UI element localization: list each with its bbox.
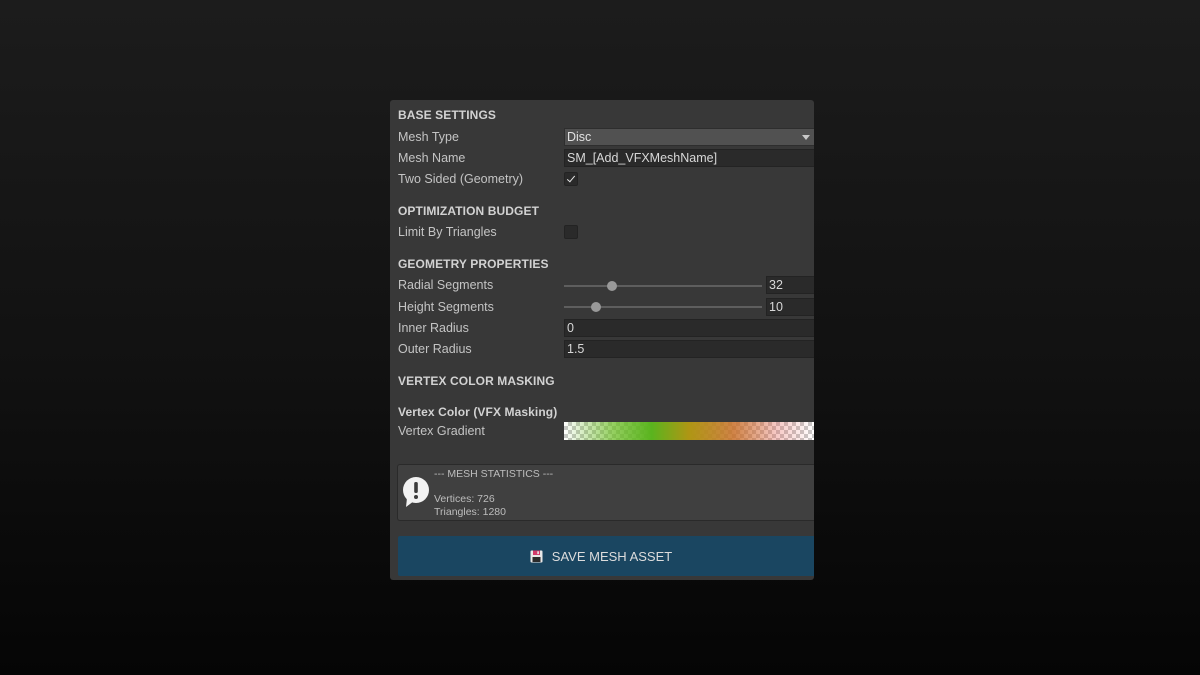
mesh-type-dropdown[interactable]: Disc bbox=[564, 128, 814, 146]
section-header-optimization-budget: OPTIMIZATION BUDGET bbox=[398, 204, 540, 218]
inner-radius-label: Inner Radius bbox=[398, 321, 469, 335]
mesh-type-label: Mesh Type bbox=[398, 130, 459, 144]
mesh-type-value: Disc bbox=[567, 130, 592, 144]
gradient-color-overlay bbox=[564, 422, 814, 440]
checkmark-icon bbox=[566, 173, 576, 183]
mesh-statistics-vertices: Vertices: 726 bbox=[434, 493, 495, 505]
section-header-geometry-properties: GEOMETRY PROPERTIES bbox=[398, 257, 549, 271]
radial-segments-input[interactable]: 32 bbox=[766, 276, 814, 294]
radial-segments-slider-thumb[interactable] bbox=[606, 281, 617, 291]
vertex-gradient-label: Vertex Gradient bbox=[398, 424, 485, 438]
outer-radius-label: Outer Radius bbox=[398, 342, 472, 356]
two-sided-label: Two Sided (Geometry) bbox=[398, 172, 524, 186]
radial-segments-label: Radial Segments bbox=[398, 278, 494, 292]
radial-segments-slider[interactable] bbox=[564, 281, 762, 291]
floppy-disk-icon bbox=[530, 550, 543, 562]
section-header-base-settings: BASE SETTINGS bbox=[398, 108, 496, 122]
mesh-generator-panel: BASE SETTINGS Mesh Type Disc Mesh Name S… bbox=[390, 100, 814, 580]
outer-radius-input[interactable]: 1.5 bbox=[564, 340, 814, 358]
two-sided-checkbox[interactable] bbox=[564, 172, 578, 186]
height-segments-input[interactable]: 10 bbox=[766, 298, 814, 316]
height-segments-slider-thumb[interactable] bbox=[590, 302, 601, 312]
save-mesh-asset-button[interactable]: SAVE MESH ASSET bbox=[398, 536, 814, 576]
dropdown-arrow-icon bbox=[802, 135, 810, 140]
height-segments-slider[interactable] bbox=[564, 302, 762, 312]
vertex-gradient-field[interactable] bbox=[564, 422, 814, 440]
inner-radius-input[interactable]: 0 bbox=[564, 319, 814, 337]
limit-by-triangles-checkbox[interactable] bbox=[564, 225, 578, 239]
mesh-statistics-triangles: Triangles: 1280 bbox=[434, 506, 506, 518]
mesh-name-label: Mesh Name bbox=[398, 151, 466, 165]
mesh-statistics-helpbox: --- MESH STATISTICS --- Vertices: 726 Tr… bbox=[397, 464, 814, 521]
save-button-label: SAVE MESH ASSET bbox=[551, 548, 673, 564]
section-header-vertex-color-masking: VERTEX COLOR MASKING bbox=[398, 374, 555, 388]
info-exclamation-icon bbox=[403, 477, 429, 507]
limit-by-triangles-label: Limit By Triangles bbox=[398, 225, 497, 239]
height-segments-label: Height Segments bbox=[398, 300, 494, 314]
save-button-content: SAVE MESH ASSET bbox=[530, 549, 672, 564]
mesh-statistics-title: --- MESH STATISTICS --- bbox=[434, 468, 554, 480]
mesh-name-input[interactable]: SM_[Add_VFXMeshName] bbox=[564, 149, 814, 167]
vertex-color-subheader: Vertex Color (VFX Masking) bbox=[398, 405, 558, 419]
